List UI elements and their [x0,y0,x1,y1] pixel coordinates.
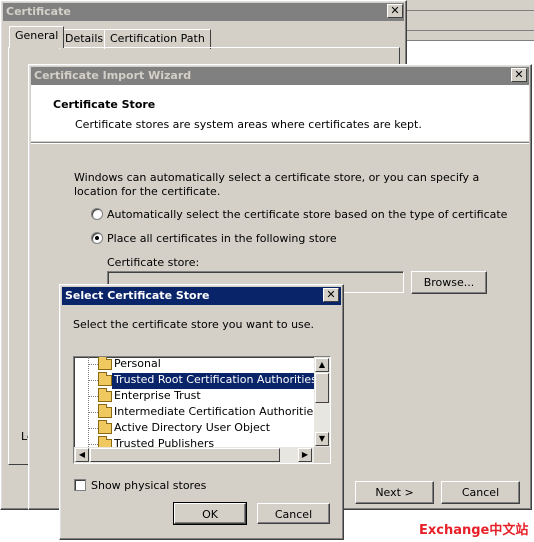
folder-icon [98,372,112,386]
intro-text: Windows can automatically select a certi… [74,171,480,198]
vertical-scrollbar[interactable]: ▲ ▼ [314,357,330,447]
horizontal-scrollbar[interactable]: ◀ ▶ [74,447,314,463]
tree-row[interactable]: Active Directory User Object [74,420,314,437]
store-enterprise-trust[interactable]: Enterprise Trust [112,389,203,405]
store-intermediate[interactable]: Intermediate Certification Authorities [112,405,321,421]
radio-auto-label[interactable]: Automatically select the certificate sto… [107,208,507,221]
select-store-title: Select Certificate Store [62,287,341,305]
ok-button[interactable]: OK [173,502,247,525]
close-icon: ✕ [514,68,524,81]
header-divider [31,142,529,144]
next-button[interactable]: Next > [355,481,434,504]
browse-button[interactable]: Browse... [411,271,487,294]
tree-row[interactable]: Intermediate Certification Authorities [74,404,319,421]
store-field-label: Certificate store: [107,256,200,269]
background-window-line [407,30,534,31]
tab-details[interactable]: Details [59,29,110,49]
scroll-left-icon[interactable]: ◀ [75,448,89,462]
radio-manual-label[interactable]: Place all certificates in the following … [107,232,337,245]
scrollbar-corner [314,447,330,463]
folder-icon [98,404,112,418]
store-active-directory[interactable]: Active Directory User Object [112,421,272,437]
select-store-dialog: Select Certificate Store ✕ Select the ce… [59,284,344,540]
folder-icon [98,420,112,434]
tree-row[interactable]: Trusted Root Certification Authorities [74,372,319,389]
select-cancel-button[interactable]: Cancel [257,503,330,524]
radio-place-in-store[interactable] [91,232,103,244]
tab-certification-path[interactable]: Certification Path [104,29,211,49]
background-window-edge [407,0,534,41]
folder-icon [98,388,112,402]
section-heading: Certificate Store [53,98,156,111]
radio-auto-select[interactable] [91,208,103,220]
instruction-text: Select the certificate store you want to… [73,318,315,331]
close-icon: ✕ [390,4,400,17]
certificate-title: Certificate [3,3,404,21]
store-personal[interactable]: Personal [112,357,163,373]
folder-icon [98,357,112,370]
scroll-up-icon[interactable]: ▲ [315,358,329,372]
section-description: Certificate stores are system areas wher… [75,118,422,131]
tab-general[interactable]: General [9,26,65,48]
scroll-thumb[interactable] [315,373,329,403]
select-store-close-button[interactable]: ✕ [323,288,339,302]
certificate-close-button[interactable]: ✕ [387,4,403,18]
close-icon: ✕ [326,288,336,301]
show-physical-checkbox[interactable] [74,479,86,491]
scroll-down-icon[interactable]: ▼ [315,432,329,446]
tree-row[interactable]: Personal [74,357,314,373]
wizard-cancel-button[interactable]: Cancel [441,481,520,504]
store-tree[interactable]: Personal Trusted Root Certification Auth… [73,356,331,464]
radio-selected-dot [95,236,99,240]
tree-row[interactable]: Enterprise Trust [74,388,314,405]
background-window-line [407,10,534,11]
wizard-title: Certificate Import Wizard [31,67,529,85]
show-physical-label[interactable]: Show physical stores [91,479,206,492]
scroll-thumb-horizontal[interactable] [90,448,280,462]
scroll-right-icon[interactable]: ▶ [298,448,312,462]
wizard-close-button[interactable]: ✕ [511,68,527,82]
store-trusted-root[interactable]: Trusted Root Certification Authorities [112,373,319,389]
watermark-text: Exchange中文站 [419,523,529,538]
wizard-header: Certificate Store Certificate stores are… [31,85,529,141]
